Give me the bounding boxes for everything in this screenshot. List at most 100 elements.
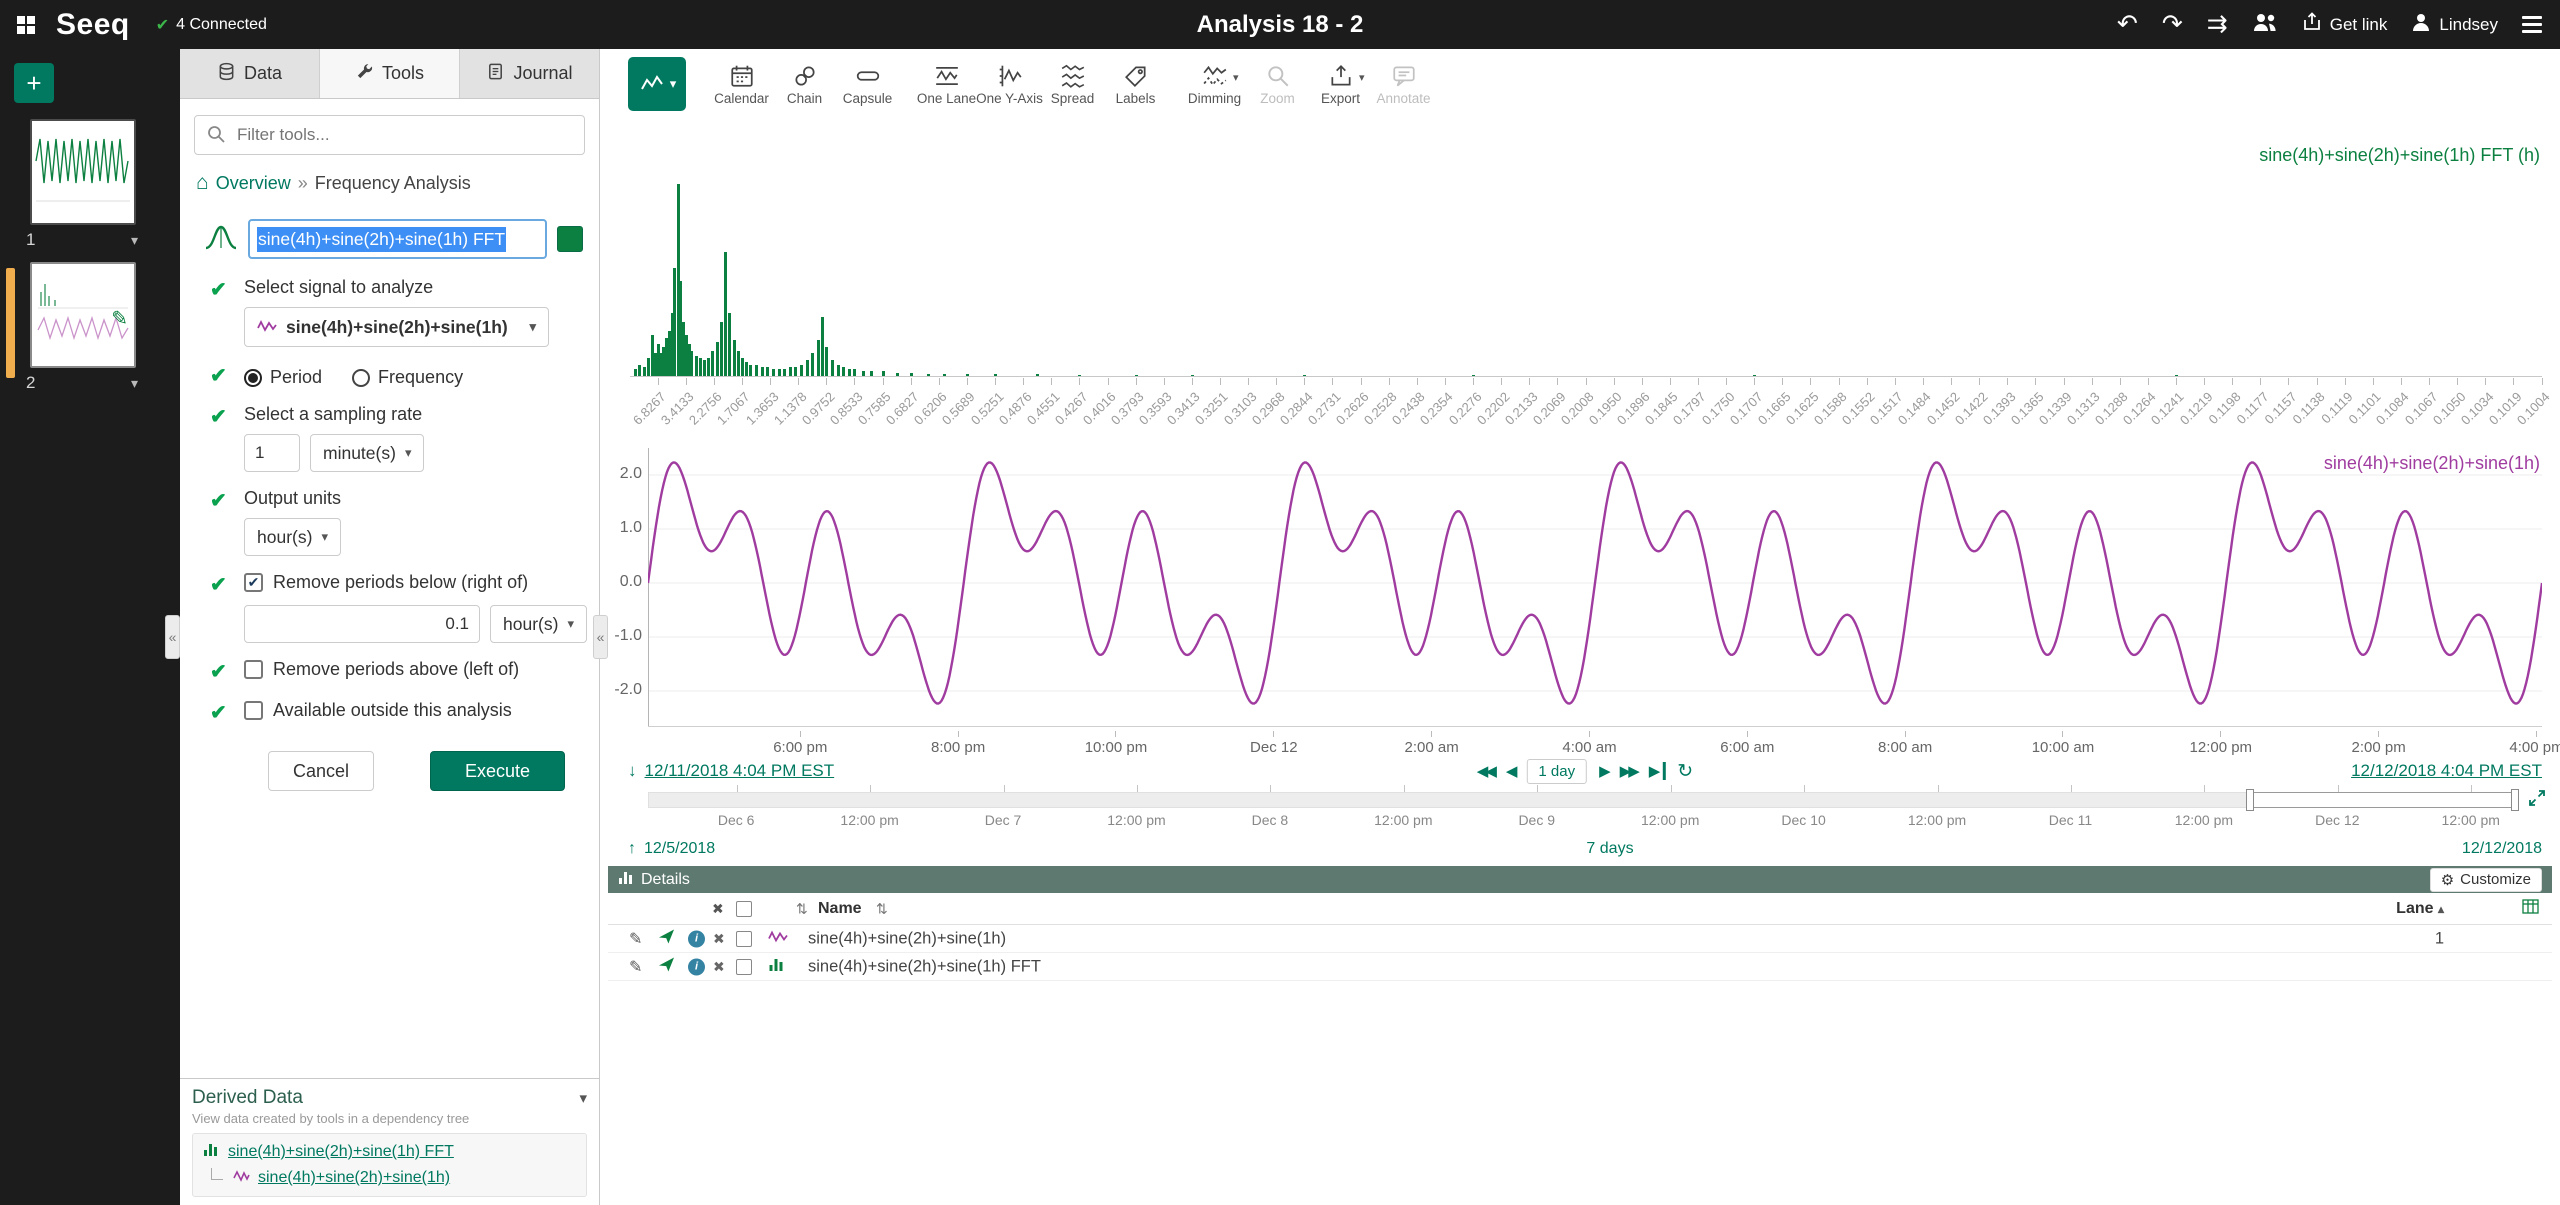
app-switcher-icon[interactable] xyxy=(14,13,38,37)
sampling-unit-value: minute(s) xyxy=(323,442,396,463)
frequency-radio[interactable]: Frequency xyxy=(352,367,463,388)
row-checkbox[interactable] xyxy=(736,958,752,975)
add-worksheet-button[interactable]: + xyxy=(14,63,54,103)
name-column-header[interactable]: Name xyxy=(818,900,862,918)
worksheet-2-menu-icon[interactable]: ▾ xyxy=(131,375,138,392)
collapse-worksheet-rail-handle[interactable]: « xyxy=(165,615,180,659)
result-name-input[interactable]: sine(4h)+sine(2h)+sine(1h) FFT xyxy=(248,219,547,259)
toolbar-calendar[interactable]: Calendar xyxy=(710,57,773,106)
tool-panel: Data Tools Journal ⌂ Overview » Frequenc… xyxy=(180,49,600,1205)
tab-data[interactable]: Data xyxy=(180,49,320,98)
step-backward-icon[interactable]: ◀ xyxy=(1506,762,1517,780)
display-range-end[interactable]: 12/12/2018 4:04 PM EST xyxy=(2351,761,2542,781)
output-unit-select[interactable]: hour(s) ▾ xyxy=(244,518,341,556)
expand-range-icon[interactable] xyxy=(2528,789,2546,812)
range-handle-left[interactable] xyxy=(2246,789,2254,811)
sampling-rate-input[interactable] xyxy=(244,434,300,472)
columns-icon[interactable] xyxy=(2522,898,2539,919)
select-all-checkbox[interactable] xyxy=(736,900,752,917)
worksheet-thumbnail-2[interactable]: ✎ xyxy=(30,262,136,368)
display-range-start[interactable]: 12/11/2018 4:04 PM EST xyxy=(645,761,835,781)
tab-tools[interactable]: Tools xyxy=(320,49,460,98)
sampling-unit-select[interactable]: minute(s) ▾ xyxy=(310,434,425,472)
hamburger-menu-icon[interactable] xyxy=(2522,12,2542,37)
info-icon[interactable]: i xyxy=(688,958,705,975)
users-icon[interactable] xyxy=(2252,11,2278,38)
customize-button[interactable]: ⚙ Customize xyxy=(2429,867,2542,892)
execute-button[interactable]: Execute xyxy=(430,751,566,791)
remove-below-checkbox-row[interactable]: ✔ Remove periods below (right of) xyxy=(244,572,587,593)
toolbar-export[interactable]: ▾ Export xyxy=(1309,57,1372,106)
checkbox-checked-icon[interactable]: ✔ xyxy=(244,573,263,592)
details-row-fft[interactable]: ✎ i ✖ sine(4h)+sine(2h)+sine(1h) FFT xyxy=(608,953,2552,981)
checkbox-unchecked-icon[interactable] xyxy=(244,701,263,720)
skip-to-now-icon[interactable]: ▶ xyxy=(1649,762,1666,780)
signal-select[interactable]: sine(4h)+sine(2h)+sine(1h) ▾ xyxy=(244,307,549,347)
worksheet-thumbnail-1[interactable] xyxy=(30,119,136,225)
get-link-button[interactable]: Get link xyxy=(2302,12,2387,37)
sort-icon[interactable]: ⇅ xyxy=(796,900,808,917)
toolbar-capsule[interactable]: Capsule xyxy=(836,57,899,106)
investigate-timeline[interactable] xyxy=(648,785,2519,811)
seeq-logo[interactable]: Seeq xyxy=(56,8,130,42)
derived-item-fft-link[interactable]: sine(4h)+sine(2h)+sine(1h) FFT xyxy=(228,1143,454,1161)
pencil-icon[interactable]: ✎ xyxy=(629,929,642,949)
undo-icon[interactable]: ↶ xyxy=(2117,12,2138,37)
signal-chart[interactable] xyxy=(648,448,2542,727)
step-forward-icon[interactable]: ▶ xyxy=(1599,762,1610,780)
cancel-button[interactable]: Cancel xyxy=(268,751,375,791)
fast-backward-icon[interactable]: ◀◀ xyxy=(1477,762,1497,780)
row-checkbox[interactable] xyxy=(736,930,752,947)
send-icon[interactable] xyxy=(658,956,675,977)
user-menu[interactable]: Lindsey xyxy=(2411,12,2498,37)
investigate-range-duration[interactable]: 7 days xyxy=(1586,840,1633,858)
remove-icon[interactable]: ✖ xyxy=(713,930,725,947)
tab-journal[interactable]: Journal xyxy=(460,49,599,98)
view-mode-button[interactable]: ▾ xyxy=(628,57,686,111)
worksheet-1-menu-icon[interactable]: ▾ xyxy=(131,232,138,249)
breadcrumb-overview-link[interactable]: Overview xyxy=(216,173,291,194)
toolbar-one-y-axis[interactable]: One Y-Axis xyxy=(976,57,1043,106)
collapse-tool-panel-handle[interactable]: « xyxy=(593,615,608,659)
remove-icon[interactable]: ✖ xyxy=(713,958,725,975)
pencil-icon[interactable]: ✎ xyxy=(629,957,642,977)
refresh-icon[interactable]: ↻ xyxy=(1677,760,1693,783)
color-swatch[interactable] xyxy=(557,226,583,252)
remove-below-input[interactable] xyxy=(244,605,480,643)
period-radio[interactable]: Period xyxy=(244,367,322,388)
remove-below-unit-select[interactable]: hour(s) ▾ xyxy=(490,605,587,643)
row-name[interactable]: sine(4h)+sine(2h)+sine(1h) xyxy=(808,929,1006,948)
toolbar-chain[interactable]: Chain xyxy=(773,57,836,106)
row-name[interactable]: sine(4h)+sine(2h)+sine(1h) FFT xyxy=(808,957,1041,976)
lane-column-header[interactable]: Lane ▴ xyxy=(2388,900,2444,918)
filter-tools-input[interactable] xyxy=(194,115,585,155)
derived-item-signal-link[interactable]: sine(4h)+sine(2h)+sine(1h) xyxy=(258,1169,450,1187)
info-icon[interactable]: i xyxy=(688,930,705,947)
fft-bar xyxy=(715,342,719,376)
checkbox-unchecked-icon[interactable] xyxy=(244,660,263,679)
toolbar-labels[interactable]: Labels xyxy=(1104,57,1167,106)
remove-all-icon[interactable]: ✖ xyxy=(712,900,724,917)
remove-above-checkbox-row[interactable]: Remove periods above (left of) xyxy=(244,659,585,680)
present-forward-icon[interactable]: ⇉ xyxy=(2207,12,2228,37)
selected-range-region[interactable] xyxy=(2246,789,2519,811)
available-outside-checkbox-row[interactable]: Available outside this analysis xyxy=(244,700,585,721)
signal-x-tick xyxy=(2378,731,2380,737)
toolbar-one-lane[interactable]: One Lane xyxy=(915,57,978,106)
toolbar-annotate[interactable]: Annotate xyxy=(1372,57,1435,106)
toolbar-spread[interactable]: Spread xyxy=(1041,57,1104,106)
toolbar-dimming[interactable]: ▾ Dimming xyxy=(1183,57,1246,106)
investigate-range-end[interactable]: 12/12/2018 xyxy=(2462,840,2542,858)
derived-data-header[interactable]: Derived Data ▾ xyxy=(192,1087,587,1109)
toolbar-zoom[interactable]: Zoom xyxy=(1246,57,1309,106)
range-handle-right[interactable] xyxy=(2511,789,2519,811)
home-icon[interactable]: ⌂ xyxy=(196,171,209,195)
details-row-signal[interactable]: ✎ i ✖ sine(4h)+sine(2h)+sine(1h) 1 xyxy=(608,925,2552,953)
fast-forward-icon[interactable]: ▶▶ xyxy=(1620,762,1640,780)
redo-icon[interactable]: ↷ xyxy=(2162,12,2183,37)
range-duration-button[interactable]: 1 day xyxy=(1526,758,1588,784)
investigate-range-start[interactable]: 12/5/2018 xyxy=(644,840,715,858)
sort-icon[interactable]: ⇅ xyxy=(876,900,888,917)
send-icon[interactable] xyxy=(658,928,675,949)
fft-chart[interactable] xyxy=(630,151,2542,377)
